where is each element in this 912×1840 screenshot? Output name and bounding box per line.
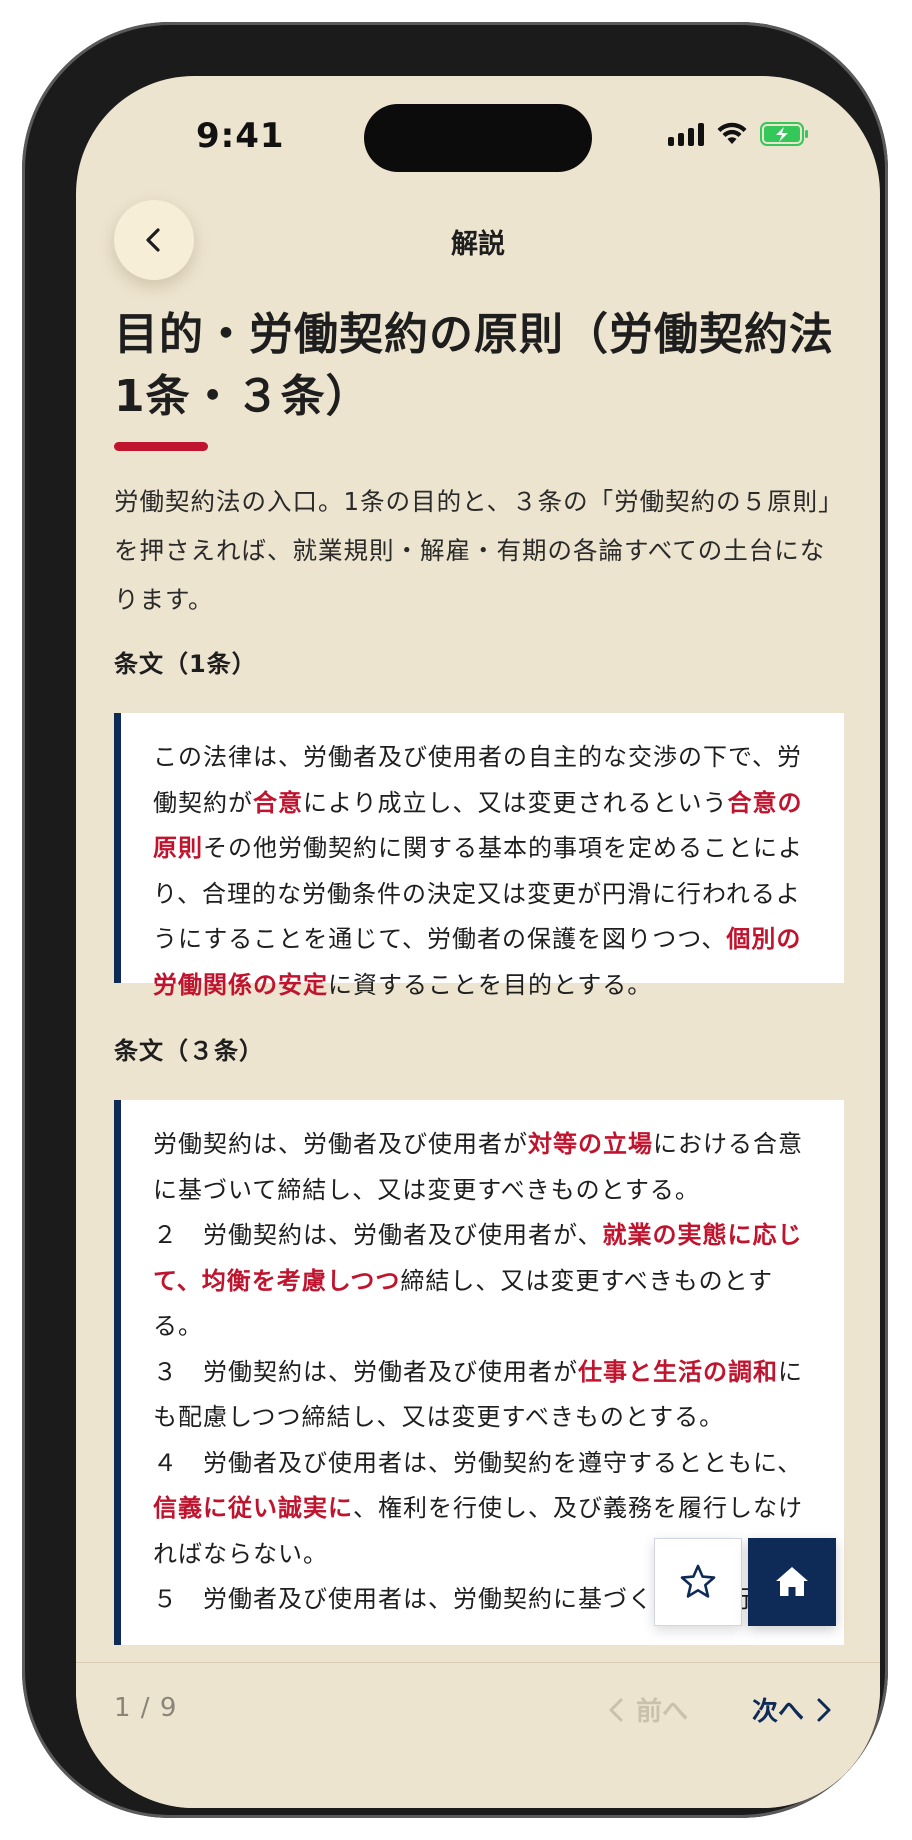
- dynamic-island: [364, 104, 592, 172]
- next-label: 次へ: [752, 1697, 805, 1727]
- article1-text-box: この法律は、労働者及び使用者の自主的な交渉の下で、労働契約が合意により成立し、又…: [114, 713, 844, 999]
- article-text-segment: に資することを目的とする。: [328, 970, 653, 999]
- article1-text: この法律は、労働者及び使用者の自主的な交渉の下で、労働契約が合意により成立し、又…: [153, 735, 808, 1008]
- article-text-segment: ３ 労働契約は、労働者及び使用者が: [153, 1357, 578, 1386]
- wifi-icon: [717, 122, 747, 144]
- bookmark-button[interactable]: [654, 1538, 742, 1626]
- article-text-segment: ４ 労働者及び使用者は、労働契約を遵守するとともに、: [153, 1448, 803, 1477]
- chevron-right-icon: [817, 1698, 831, 1721]
- highlighted-term: 仕事と生活の調和: [578, 1357, 778, 1386]
- home-button[interactable]: [748, 1538, 836, 1626]
- star-outline-icon: [680, 1564, 716, 1598]
- highlighted-term: 対等の立場: [528, 1130, 653, 1158]
- article-text-segment: 労働契約は、労働者及び使用者が: [153, 1130, 528, 1158]
- pager-bar: 1 / 9 前へ 次へ: [76, 1662, 880, 1808]
- title-underline: [114, 442, 208, 451]
- volume-up-button: [32, 487, 46, 613]
- volume-down-button: [32, 645, 46, 771]
- home-icon: [776, 1567, 808, 1596]
- status-bar: 9:41: [76, 76, 880, 186]
- mute-switch: [32, 367, 46, 431]
- prev-button[interactable]: 前へ: [606, 1691, 688, 1728]
- page-title: 目的・労働契約の原則（労働契約法1条・３条）: [114, 309, 834, 422]
- content-scroll-area[interactable]: 目的・労働契約の原則（労働契約法1条・３条） 労働契約法の入口。1条の目的と、３…: [114, 304, 844, 1650]
- article3-heading: 条文（３条）: [114, 1037, 264, 1065]
- status-time: 9:41: [196, 116, 285, 156]
- chevron-left-icon: [609, 1698, 623, 1721]
- article3-paragraph: ２ 労働契約は、労働者及び使用者が、就業の実態に応じて、均衡を考慮しつつ締結し、…: [153, 1213, 808, 1350]
- highlighted-term: 合意: [253, 788, 303, 817]
- intro-text: 労働契約法の入口。1条の目的と、３条の「労働契約の５原則」を押さえれば、就業規則…: [114, 487, 844, 614]
- phone-frame: 9:41 解説 目的・労働契約の原則（労働契約法1条・３条） 労働契約法の入口。…: [22, 22, 888, 1818]
- article-text-segment: ２ 労働契約は、労働者及び使用者が、: [153, 1221, 603, 1249]
- battery-charging-icon: [760, 122, 808, 146]
- next-button[interactable]: 次へ: [752, 1691, 834, 1728]
- cellular-signal-icon: [668, 122, 704, 146]
- article1-heading: 条文（1条）: [114, 650, 257, 678]
- article3-paragraph: ３ 労働契約は、労働者及び使用者が仕事と生活の調和にも配慮しつつ締結し、又は変更…: [153, 1350, 808, 1441]
- navigation-bar: 解説: [76, 192, 880, 288]
- prev-label: 前へ: [636, 1697, 689, 1727]
- highlighted-term: 信義に従い誠実に: [153, 1494, 353, 1522]
- page-counter: 1 / 9: [114, 1693, 178, 1723]
- article3-paragraph: 労働契約は、労働者及び使用者が対等の立場における合意に基づいて締結し、又は変更す…: [153, 1122, 808, 1213]
- article-text-segment: その他労働契約に関する基本的事項を定めることにより、合理的な労働条件の決定又は変…: [153, 834, 803, 953]
- screen: 9:41 解説 目的・労働契約の原則（労働契約法1条・３条） 労働契約法の入口。…: [76, 76, 880, 1808]
- nav-title: 解説: [451, 229, 505, 260]
- status-icons: [668, 122, 810, 146]
- article-text-segment: により成立し、又は変更されるという: [303, 788, 728, 817]
